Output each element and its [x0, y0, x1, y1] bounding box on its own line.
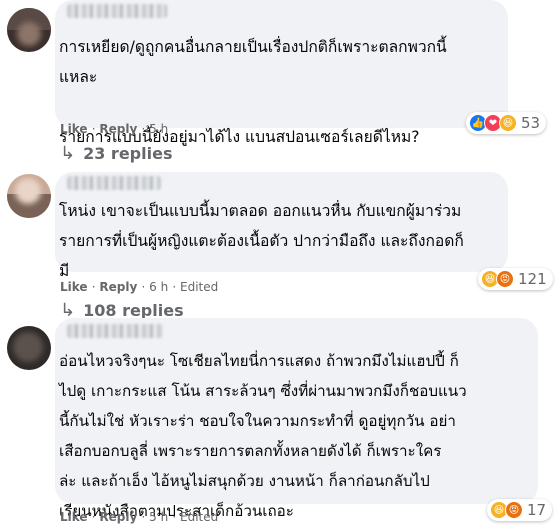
comment-text: อ่อนไหวจริงๆนะ โซเชียลไทยนี่การแสดง ถ้าพ…	[59, 352, 467, 520]
comment-bubble: โหน่ง เขาจะเป็นแบบนี้มาตลอด ออกแนวหื่น ก…	[55, 172, 508, 280]
reaction-count: 53	[521, 114, 541, 132]
comment-actions: Like · Reply · 6 h · Edited	[60, 280, 219, 294]
commenter-name[interactable]	[67, 176, 161, 190]
reply-arrow-icon: ↳	[60, 143, 76, 164]
reaction-summary[interactable]: 😆 😡 17	[487, 499, 553, 521]
edited-label[interactable]: Edited	[180, 510, 218, 524]
avatar[interactable]	[7, 174, 51, 218]
reaction-summary[interactable]: 😆 😡 121	[478, 268, 553, 290]
reaction-summary[interactable]: 👍 ❤ 😆 53	[466, 112, 547, 134]
view-replies-button[interactable]: ↳ 23 replies	[60, 143, 172, 164]
comment-bubble: อ่อนไหวจริงๆนะ โซเชียลไทยนี่การแสดง ถ้าพ…	[55, 318, 538, 520]
comment-actions: Like · Reply · 5 h · Edited	[60, 510, 219, 524]
reaction-count: 121	[518, 270, 547, 288]
reply-button[interactable]: Reply	[99, 122, 137, 136]
comment-bubble: การเหยียด/ดูถูกคนอื่นกลายเป็นเรื่องปกติก…	[55, 0, 508, 146]
angry-icon: 😡	[505, 501, 523, 519]
timestamp[interactable]: 5 h	[149, 122, 168, 136]
reaction-count: 17	[527, 501, 547, 519]
haha-icon: 😆	[499, 114, 517, 132]
commenter-name[interactable]	[67, 324, 163, 338]
comment-actions: Like · Reply · 5 h	[60, 122, 169, 136]
edited-label[interactable]: Edited	[180, 280, 218, 294]
like-button[interactable]: Like	[60, 510, 88, 524]
avatar[interactable]	[7, 326, 51, 370]
reply-button[interactable]: Reply	[99, 510, 137, 524]
avatar[interactable]	[7, 8, 51, 52]
timestamp[interactable]: 5 h	[149, 510, 168, 524]
timestamp[interactable]: 6 h	[149, 280, 168, 294]
like-button[interactable]: Like	[60, 280, 88, 294]
angry-icon: 😡	[496, 270, 514, 288]
reply-button[interactable]: Reply	[99, 280, 137, 294]
commenter-name[interactable]	[67, 4, 167, 18]
comment-text: โหน่ง เขาจะเป็นแบบนี้มาตลอด ออกแนวหื่น ก…	[59, 202, 464, 280]
replies-count: 23 replies	[83, 144, 173, 163]
like-button[interactable]: Like	[60, 122, 88, 136]
